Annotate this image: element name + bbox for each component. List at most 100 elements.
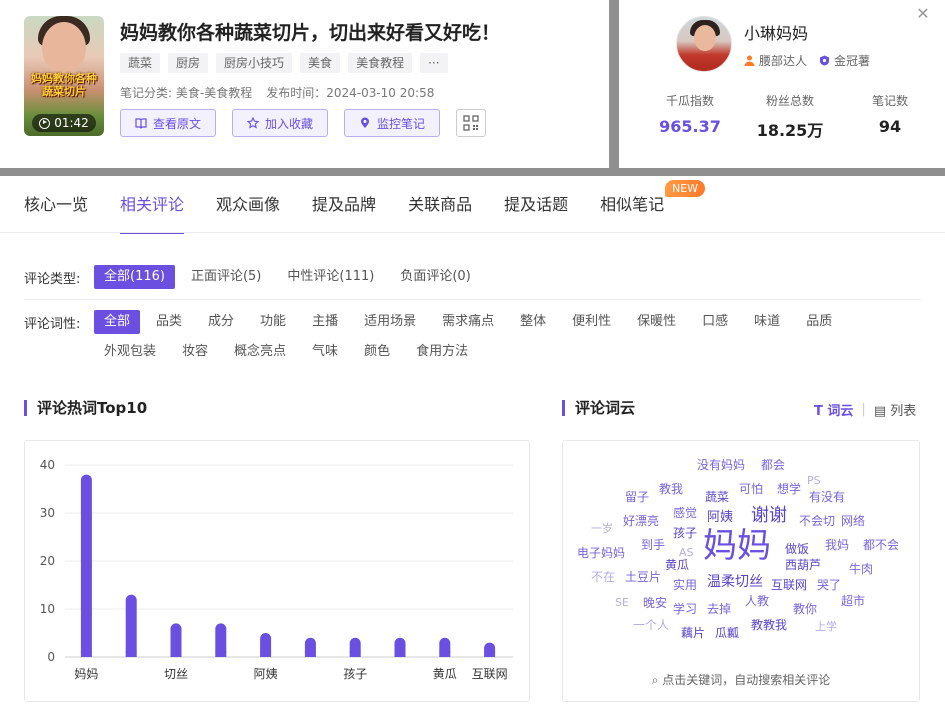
cloud-keyword[interactable]: 没有妈妈 — [697, 459, 745, 471]
filter-attr-option[interactable]: 成分 — [198, 310, 244, 334]
cloud-keyword[interactable]: 哭了 — [817, 579, 841, 591]
tab-audience-profile[interactable]: 观众画像 — [216, 176, 280, 233]
note-tag[interactable]: 厨房 — [168, 53, 209, 73]
filter-attr-option[interactable]: 保暖性 — [627, 310, 686, 334]
cloud-keyword[interactable]: 电子妈妈 — [577, 547, 625, 559]
cloud-keyword[interactable]: 留子 — [625, 491, 649, 503]
cloud-keyword[interactable]: AS — [679, 547, 694, 558]
cloud-keyword[interactable]: 都不会 — [863, 539, 899, 551]
cloud-keyword[interactable]: 教我 — [659, 483, 683, 495]
tab-similar-notes[interactable]: 相似笔记 — [600, 176, 664, 233]
cloud-keyword[interactable]: 孩子 — [673, 527, 697, 539]
tab-related-comments[interactable]: 相关评论 — [120, 176, 185, 234]
add-favorite-button[interactable]: 加入收藏 — [232, 109, 329, 137]
filter-attr-option[interactable]: 全部 — [94, 310, 141, 334]
cloud-keyword[interactable]: 我妈 — [825, 539, 849, 551]
cloud-keyword[interactable]: 不在 — [591, 571, 615, 583]
tab-related-products[interactable]: 关联商品 — [408, 176, 472, 233]
x-tick-label: 黄瓜 — [433, 667, 457, 681]
note-category: 笔记分类: 美食-美食教程 — [120, 86, 253, 100]
cloud-keyword[interactable]: 互联网 — [771, 579, 807, 591]
filter-attr-option[interactable]: 味道 — [744, 310, 790, 334]
filter-attr-option[interactable]: 需求痛点 — [432, 310, 504, 334]
close-icon[interactable]: ✕ — [915, 6, 931, 22]
cloud-keyword[interactable]: 想学 — [777, 483, 801, 495]
cloud-keyword[interactable]: 妈妈 — [703, 529, 771, 563]
note-tag[interactable]: 美食 — [300, 53, 341, 73]
view-cloud-toggle[interactable]: T 词云 — [814, 400, 853, 419]
filter-attr-option[interactable]: 主播 — [302, 310, 348, 334]
chart-bar[interactable] — [125, 594, 137, 657]
note-tag[interactable]: 蔬菜 — [120, 53, 161, 73]
cloud-keyword[interactable]: 学习 — [673, 603, 697, 615]
monitor-note-button[interactable]: 监控笔记 — [344, 109, 441, 137]
filter-type-negative[interactable]: 负面评论(0) — [390, 265, 480, 289]
cloud-keyword[interactable]: 牛肉 — [849, 563, 873, 575]
filter-attr-option[interactable]: 品质 — [796, 310, 842, 334]
location-pin-icon — [361, 117, 370, 128]
cloud-keyword[interactable]: 上学 — [815, 621, 837, 632]
note-tags: 蔬菜 厨房 厨房小技巧 美食 美食教程 ··· — [120, 53, 448, 73]
filter-attr-option[interactable]: 口感 — [692, 310, 738, 334]
cloud-keyword[interactable]: 教教我 — [751, 619, 787, 631]
cloud-keyword[interactable]: 超市 — [841, 595, 865, 607]
cloud-keyword[interactable]: 温柔切丝 — [707, 575, 763, 589]
more-tags-button[interactable]: ··· — [420, 53, 448, 73]
note-thumbnail[interactable]: 妈妈教你各种蔬菜切片 01:42 — [24, 16, 104, 136]
cloud-keyword[interactable]: 不会切 — [799, 515, 835, 527]
cloud-keyword[interactable]: 都会 — [761, 459, 785, 471]
cloud-keyword[interactable]: 藕片 — [681, 627, 705, 639]
filter-attr-option[interactable]: 妆容 — [172, 340, 218, 364]
cloud-keyword[interactable]: 网络 — [841, 515, 865, 527]
tab-mentioned-brands[interactable]: 提及品牌 — [312, 176, 376, 233]
filter-type-all[interactable]: 全部(116) — [94, 265, 175, 289]
avatar[interactable] — [676, 16, 732, 72]
cloud-keyword[interactable]: 一岁 — [591, 523, 613, 534]
tab-core-overview[interactable]: 核心一览 — [24, 176, 88, 233]
cloud-keyword[interactable]: 瓜瓤 — [715, 627, 739, 639]
cloud-keyword[interactable]: 蔬菜 — [705, 491, 729, 503]
filter-attr-option[interactable]: 品类 — [146, 310, 192, 334]
cloud-keyword[interactable]: 可怕 — [739, 483, 763, 495]
cloud-keyword[interactable]: 人教 — [745, 595, 769, 607]
filter-attr-option[interactable]: 适用场景 — [354, 310, 426, 334]
view-original-button[interactable]: 查看原文 — [120, 109, 217, 137]
filter-attr-option[interactable]: 功能 — [250, 310, 296, 334]
cloud-keyword[interactable]: 做饭 — [785, 543, 809, 555]
cloud-keyword[interactable]: 土豆片 — [625, 571, 661, 583]
cloud-keyword[interactable]: 阿姨 — [707, 511, 733, 524]
cloud-keyword[interactable]: 晚安 — [643, 597, 667, 609]
note-tag[interactable]: 美食教程 — [348, 53, 413, 73]
cloud-keyword[interactable]: 黄瓜 — [665, 559, 689, 571]
qr-code-button[interactable] — [456, 109, 487, 137]
cloud-keyword[interactable]: 有没有 — [809, 491, 845, 503]
book-icon — [135, 118, 147, 129]
cloud-keyword[interactable]: SE — [615, 597, 629, 608]
filter-type-positive[interactable]: 正面评论(5) — [181, 265, 271, 289]
cloud-keyword[interactable]: 教你 — [793, 603, 817, 615]
y-tick-label: 0 — [47, 650, 55, 664]
cloud-keyword[interactable]: 感觉 — [673, 507, 697, 519]
cloud-keyword[interactable]: 西葫芦 — [785, 559, 821, 571]
cloud-keyword[interactable]: PS — [807, 475, 821, 486]
filter-attr-option[interactable]: 整体 — [510, 310, 556, 334]
cloud-keyword[interactable]: 到手 — [641, 539, 665, 551]
filter-attr-option[interactable]: 便利性 — [562, 310, 621, 334]
chart-bar-base — [304, 651, 316, 657]
cloud-keyword[interactable]: 一个人 — [633, 619, 669, 631]
filter-attr-option[interactable]: 颜色 — [354, 340, 400, 364]
view-list-toggle[interactable]: ▤ 列表 — [874, 400, 916, 419]
author-name[interactable]: 小琳妈妈 — [744, 20, 808, 44]
chart-bar[interactable] — [80, 474, 92, 657]
cloud-keyword[interactable]: 实用 — [673, 579, 697, 591]
note-tag[interactable]: 厨房小技巧 — [216, 53, 293, 73]
cloud-keyword[interactable]: 好漂亮 — [623, 515, 659, 527]
cloud-keyword[interactable]: 谢谢 — [751, 507, 787, 525]
filter-attr-option[interactable]: 气味 — [302, 340, 348, 364]
cloud-keyword[interactable]: 去掉 — [707, 603, 731, 615]
filter-attr-option[interactable]: 食用方法 — [406, 340, 478, 364]
tab-mentioned-topics[interactable]: 提及话题 — [504, 176, 568, 233]
filter-type-neutral[interactable]: 中性评论(111) — [277, 265, 384, 289]
filter-attr-option[interactable]: 概念亮点 — [224, 340, 296, 364]
filter-attr-option[interactable]: 外观包装 — [94, 340, 166, 364]
